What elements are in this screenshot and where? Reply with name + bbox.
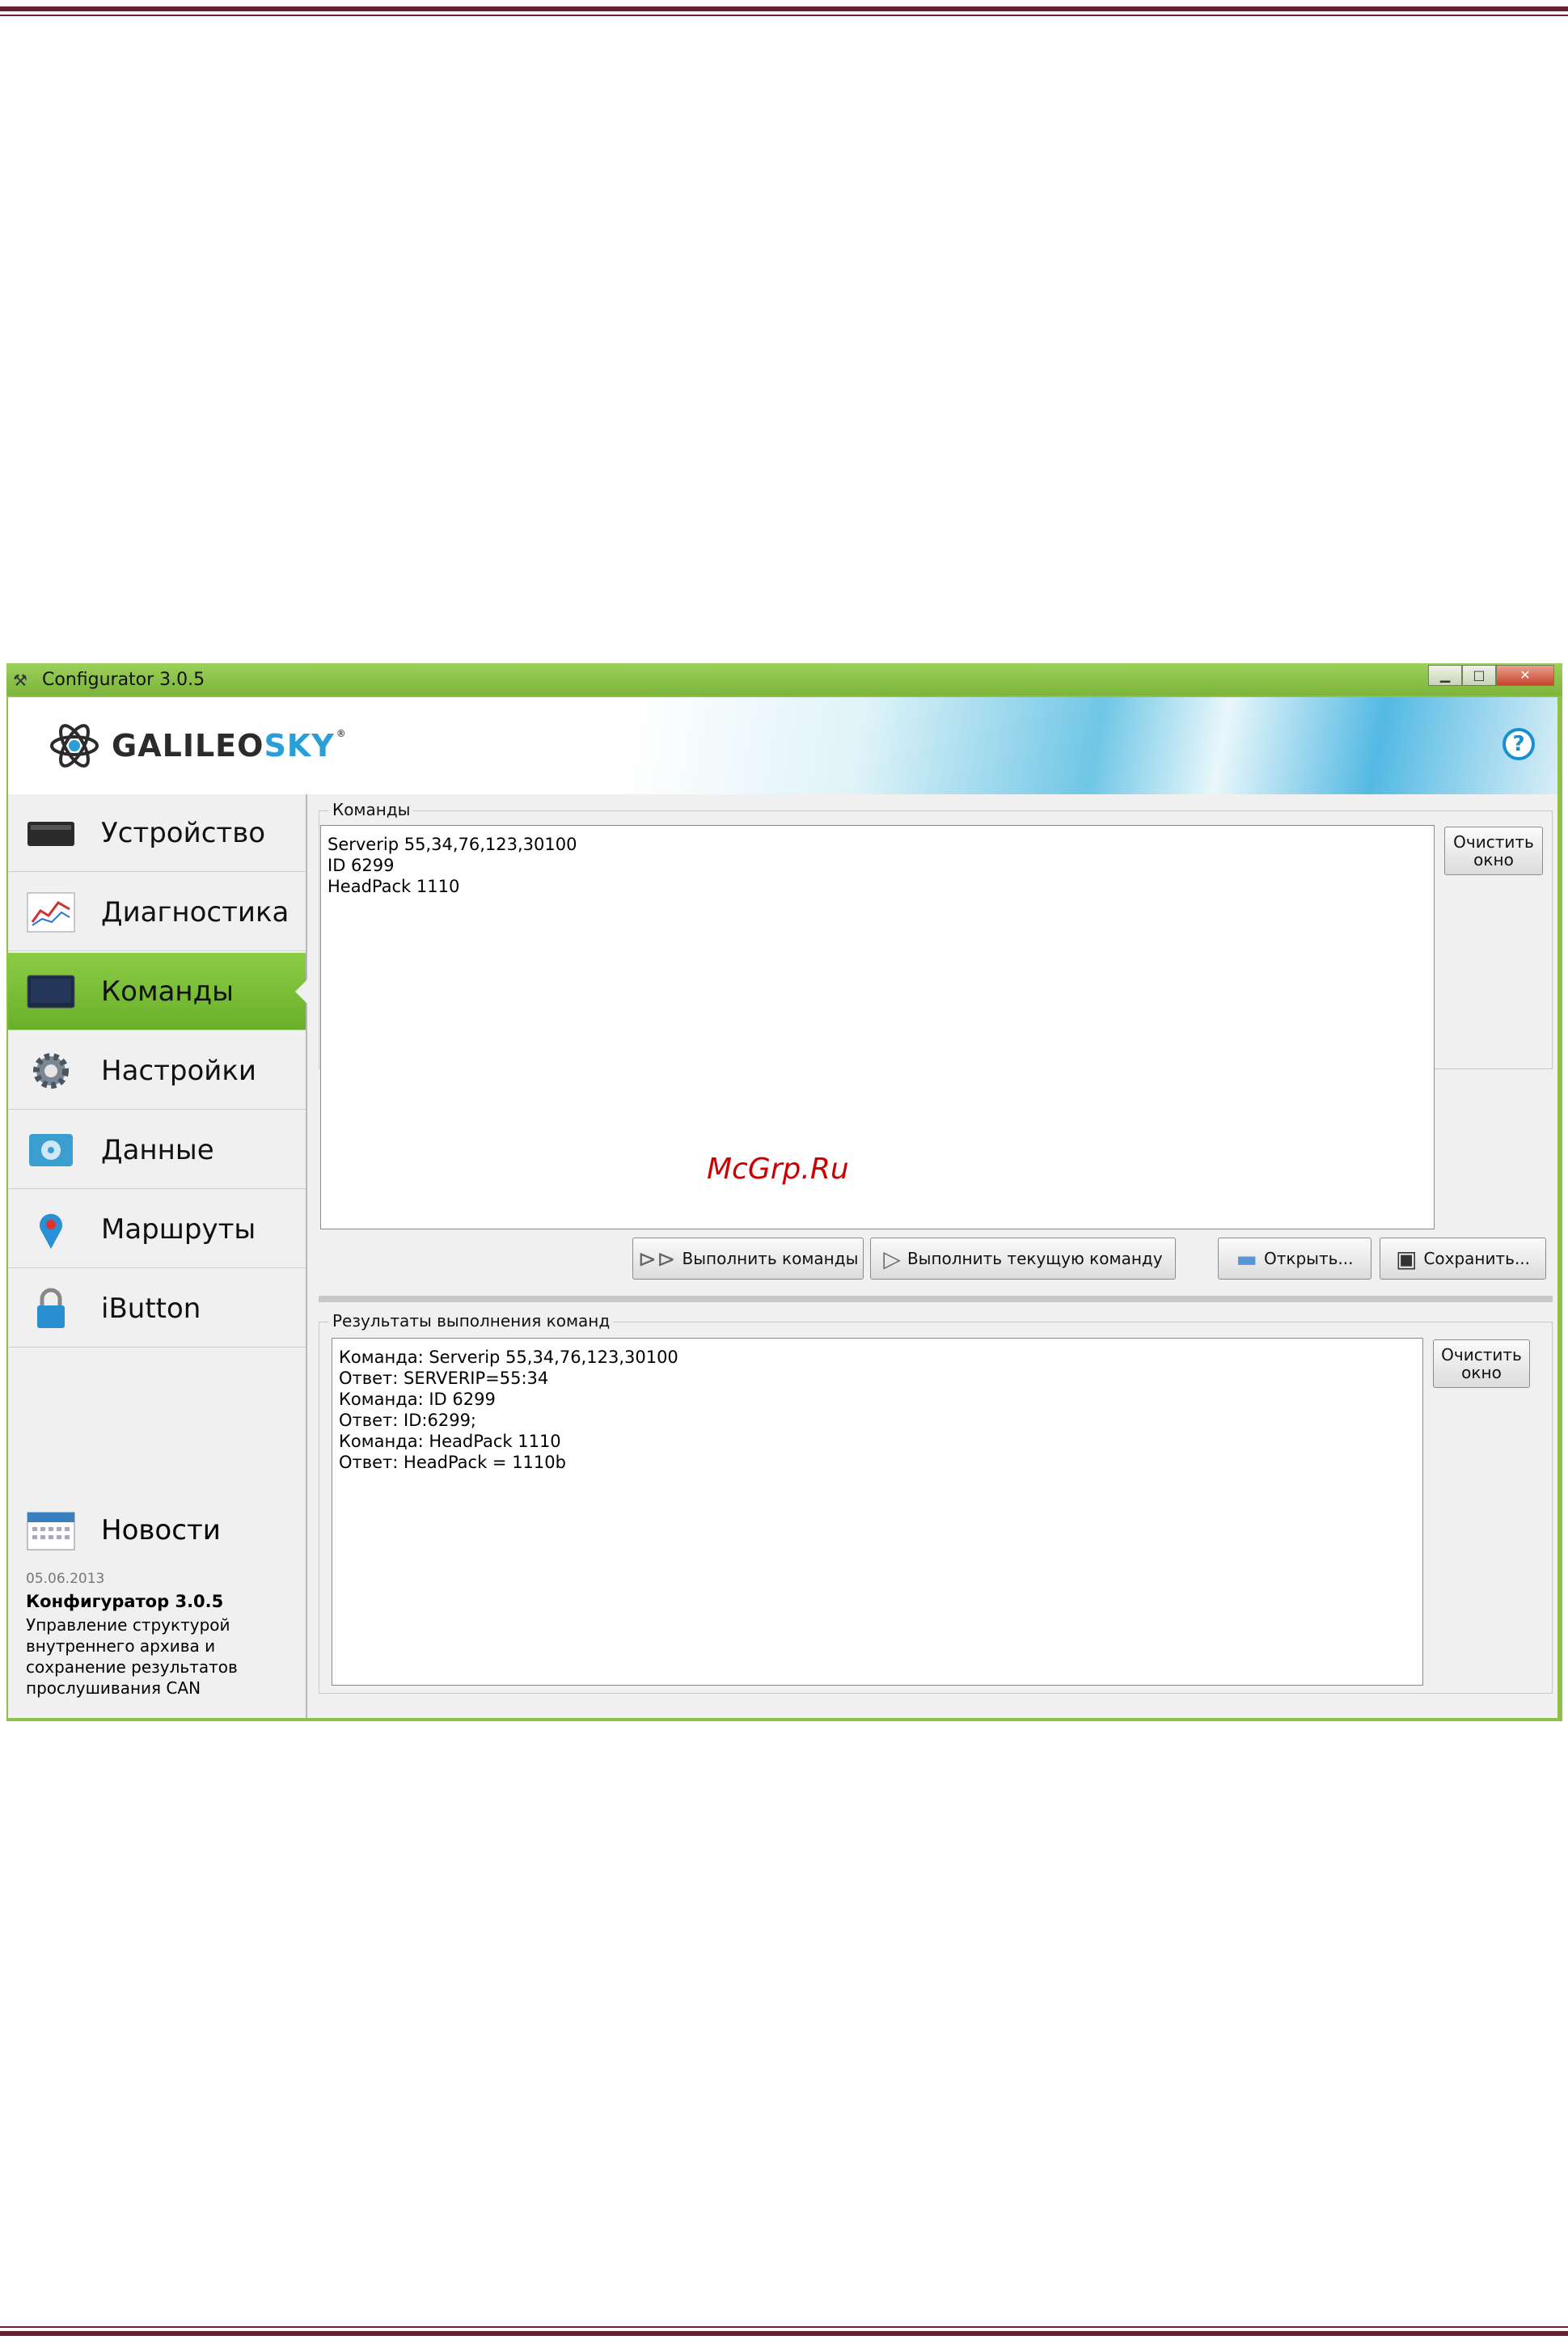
app-window: ⚒ Configurator 3.0.5 ▁ □ ✕ GALILEOSKY ® ? xyxy=(6,663,1562,1721)
sidebar-item-device[interactable]: Устройство xyxy=(8,794,306,872)
sidebar-item-settings[interactable]: Настройки xyxy=(8,1032,306,1110)
page-top-rule-thin xyxy=(0,15,1568,16)
news-title[interactable]: Новости xyxy=(101,1514,221,1546)
minimize-button[interactable]: ▁ xyxy=(1428,665,1462,686)
sidebar-item-ibutton[interactable]: iButton xyxy=(8,1270,306,1348)
page-bottom-rule-thin xyxy=(0,2326,1568,2328)
results-group-title: Результаты выполнения команд xyxy=(329,1311,614,1331)
close-button[interactable]: ✕ xyxy=(1496,665,1554,686)
page-bottom-rule xyxy=(0,2331,1568,2336)
app-icon: ⚒ xyxy=(13,671,27,690)
play-icon: ▷ xyxy=(883,1245,901,1272)
page-top-rule xyxy=(0,6,1568,11)
sidebar-item-routes[interactable]: Маршруты xyxy=(8,1191,306,1268)
news-headline[interactable]: Конфигуратор 3.0.5 xyxy=(26,1592,223,1611)
chart-icon xyxy=(27,892,75,933)
gear-icon xyxy=(33,1053,69,1089)
sidebar-item-diagnostics[interactable]: Диагностика xyxy=(8,874,306,951)
app-header: GALILEOSKY ® ? xyxy=(8,697,1557,794)
help-icon[interactable]: ? xyxy=(1502,728,1535,760)
news-body: Управление структурой внутреннего архива… xyxy=(26,1615,238,1698)
watermark: McGrp.Ru xyxy=(707,1153,849,1186)
results-textarea[interactable]: Команда: Serverip 55,34,76,123,30100 Отв… xyxy=(332,1338,1423,1686)
maximize-button[interactable]: □ xyxy=(1462,665,1496,686)
open-button[interactable]: ▬ Открыть... xyxy=(1218,1238,1371,1280)
map-pin-icon xyxy=(40,1213,62,1249)
run-current-command-button[interactable]: ▷ Выполнить текущую команду xyxy=(870,1238,1176,1280)
save-button[interactable]: ▣ Сохранить... xyxy=(1380,1238,1546,1280)
terminal-icon xyxy=(27,975,75,1009)
sidebar-item-data[interactable]: Данные xyxy=(8,1111,306,1189)
splitter[interactable] xyxy=(319,1296,1553,1302)
fast-forward-icon: ⊳⊳ xyxy=(637,1245,676,1272)
atom-logo-icon xyxy=(50,724,99,768)
sidebar: Устройство Диагностика Команды Настройки… xyxy=(8,794,307,1718)
sidebar-item-commands[interactable]: Команды xyxy=(8,953,307,1030)
device-icon xyxy=(27,822,74,846)
news-date: 05.06.2013 xyxy=(26,1571,105,1587)
lock-icon xyxy=(37,1288,65,1328)
commands-textarea[interactable]: Serverip 55,34,76,123,30100 ID 6299 Head… xyxy=(320,825,1435,1229)
data-icon xyxy=(29,1134,73,1166)
run-commands-button[interactable]: ⊳⊳ Выполнить команды xyxy=(632,1238,864,1280)
window-title: Configurator 3.0.5 xyxy=(42,670,205,690)
floppy-disk-icon: ▣ xyxy=(1395,1245,1418,1272)
window-controls: ▁ □ ✕ xyxy=(1428,665,1554,686)
galileosky-logo: GALILEOSKY ® xyxy=(49,720,347,772)
commands-group-title: Команды xyxy=(329,800,414,819)
logo-text: GALILEOSKY ® xyxy=(112,728,347,764)
clear-commands-button[interactable]: Очистить окно xyxy=(1444,827,1543,875)
calendar-icon xyxy=(27,1512,75,1551)
clear-results-button[interactable]: Очистить окно xyxy=(1433,1339,1530,1388)
folder-icon: ▬ xyxy=(1236,1245,1257,1272)
client-area: GALILEOSKY ® ? Устройство Диагностика Ко… xyxy=(8,697,1557,1718)
title-bar[interactable]: ⚒ Configurator 3.0.5 ▁ □ ✕ xyxy=(6,663,1562,696)
